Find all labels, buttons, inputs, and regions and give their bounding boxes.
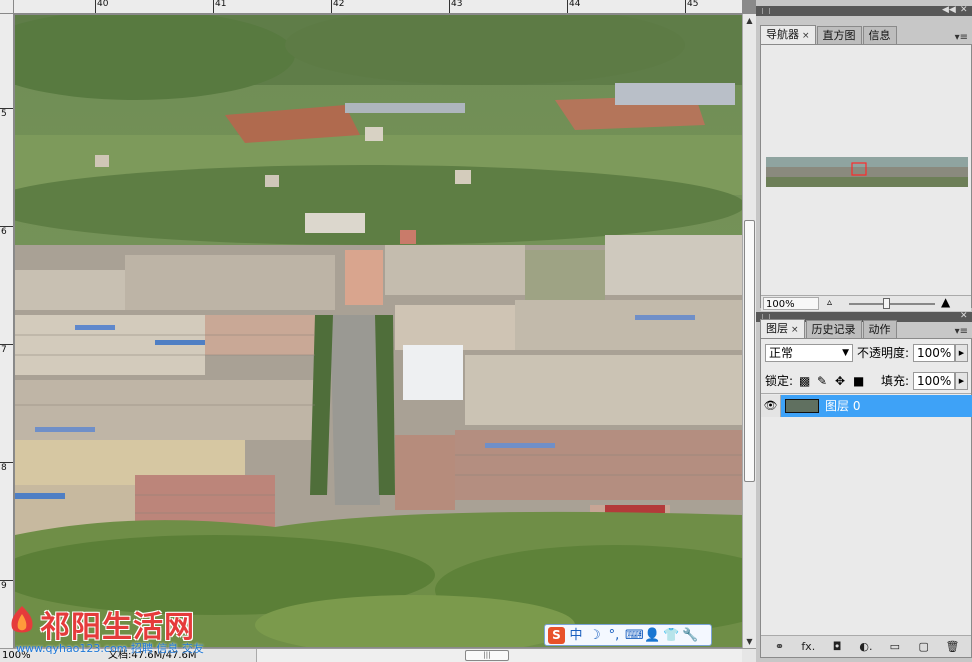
tab-layers[interactable]: 图层 ×: [760, 319, 805, 338]
group-icon[interactable]: ▭: [886, 639, 904, 655]
site-watermark: 祁阳生活网 www.qyhao123.com 招聘 信息 交友: [4, 598, 264, 655]
ime-keyboard-icon[interactable]: ⌨: [625, 627, 644, 644]
vertical-scrollbar[interactable]: ▲ ▼: [742, 14, 756, 648]
site-logo-icon: [11, 606, 33, 633]
layer-thumbnail: [785, 399, 819, 413]
vertical-scroll-thumb[interactable]: [744, 220, 755, 482]
ime-tools-icon[interactable]: 🔧: [682, 627, 698, 644]
ruler-label: 7: [1, 345, 7, 355]
ime-user-icon[interactable]: 👤: [644, 627, 660, 644]
document-canvas-area: 40 41 42 43 44 45 5 6 7 8 9 ▲ ▼ 100% 文档:…: [0, 0, 756, 662]
ime-skin-icon[interactable]: 👕: [663, 627, 679, 644]
panel-menu-icon[interactable]: ▾≡: [955, 32, 968, 43]
ruler-label: 44: [569, 0, 581, 9]
new-layer-icon[interactable]: ▢: [915, 639, 933, 655]
link-layers-icon[interactable]: ⚭: [770, 639, 788, 655]
eye-visibility-icon[interactable]: 👁: [761, 395, 781, 417]
fx-icon[interactable]: fx.: [799, 639, 817, 655]
town-photo[interactable]: [15, 15, 742, 647]
adjustment-icon[interactable]: ◐.: [857, 639, 875, 655]
tab-histogram[interactable]: 直方图: [816, 26, 862, 44]
horizontal-scrollbar[interactable]: |||: [256, 649, 742, 662]
navigator-preview[interactable]: [766, 157, 968, 187]
tab-actions[interactable]: 动作: [862, 320, 897, 338]
layers-footer-toolbar: ⚭ fx. ◘ ◐. ▭ ▢ 🗑: [761, 635, 971, 657]
close-tab-icon[interactable]: ×: [802, 31, 810, 41]
watermark-url: www.qyhao123.com 招聘 信息 交友: [16, 642, 204, 655]
ruler-label: 43: [451, 0, 463, 9]
ime-punctuation-icon[interactable]: °,: [606, 627, 622, 644]
panel-grip-icon[interactable]: [762, 8, 770, 14]
navigator-panel-titlebar[interactable]: ◀◀ ✕: [756, 5, 972, 16]
ime-halfwidth-icon[interactable]: ☽: [587, 627, 603, 644]
panel-dock: ◀◀ ✕ 导航器 × 直方图 信息 ▾≡ 100% ▵ ▲ ✕ 图层 × 历史记…: [756, 0, 972, 662]
ruler-corner[interactable]: [0, 0, 14, 14]
zoom-in-icon[interactable]: ▲: [941, 295, 950, 309]
mask-icon[interactable]: ◘: [828, 639, 846, 655]
close-tab-icon[interactable]: ×: [791, 325, 799, 335]
zoom-slider-knob[interactable]: [883, 298, 890, 309]
trash-icon[interactable]: 🗑: [943, 639, 961, 655]
tab-navigator[interactable]: 导航器 ×: [760, 25, 816, 44]
layer-row[interactable]: 👁 图层 0: [761, 395, 972, 417]
layers-tabs: 图层 × 历史记录 动作: [760, 318, 972, 338]
close-panel-icon[interactable]: ✕: [960, 5, 968, 15]
ruler-top[interactable]: 40 41 42 43 44 45: [14, 0, 742, 14]
ruler-label: 40: [97, 0, 109, 9]
ime-toolbar[interactable]: S 中 ☽ °, ⌨ 👤 👕 🔧: [544, 624, 712, 646]
ruler-label: 42: [333, 0, 345, 9]
horizontal-scroll-thumb[interactable]: |||: [465, 650, 509, 661]
ruler-label: 5: [1, 109, 7, 119]
tab-history[interactable]: 历史记录: [805, 320, 862, 338]
ruler-label: 41: [215, 0, 227, 9]
navigator-panel: 100% ▵ ▲: [760, 44, 972, 311]
ruler-left[interactable]: 5 6 7 8 9: [0, 14, 14, 648]
scroll-up-icon[interactable]: ▲: [743, 14, 756, 27]
sogou-logo-icon[interactable]: S: [548, 626, 565, 644]
ruler-label: 8: [1, 463, 7, 473]
ruler-label: 6: [1, 227, 7, 237]
zoom-out-icon[interactable]: ▵: [827, 296, 832, 310]
ime-chinese-mode[interactable]: 中: [568, 627, 584, 644]
layer-name[interactable]: 图层 0: [825, 395, 860, 417]
layers-panel: 正常 ▼ 不透明度: 100% ▶ 锁定: ▩ ✎ ✥ ■ 填充: 100% ▶…: [760, 338, 972, 658]
ruler-label: 9: [1, 581, 7, 591]
collapse-panel-icon[interactable]: ◀◀: [942, 5, 956, 15]
navigator-zoom-input[interactable]: 100%: [763, 297, 819, 310]
tab-info[interactable]: 信息: [862, 26, 897, 44]
navigator-zoom-slider[interactable]: [849, 298, 935, 309]
navigator-tabs: 导航器 × 直方图 信息: [760, 24, 972, 44]
navigator-zoom-row: 100% ▵ ▲: [761, 295, 971, 311]
ruler-label: 45: [687, 0, 699, 9]
panel-menu-icon[interactable]: ▾≡: [955, 326, 968, 337]
scroll-down-icon[interactable]: ▼: [743, 635, 756, 648]
